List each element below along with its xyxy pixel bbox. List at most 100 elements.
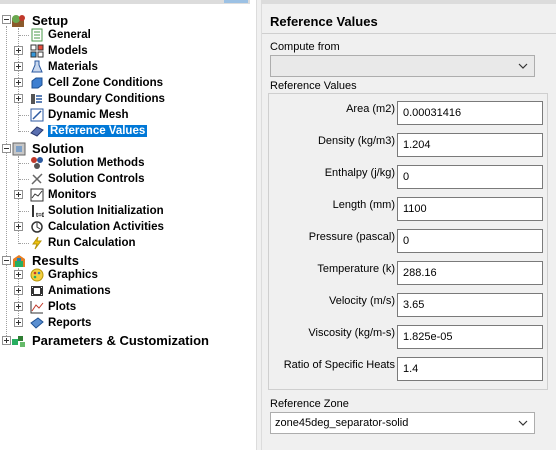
pressure-label: Pressure (pascal): [308, 231, 395, 243]
expand-reports-toggle[interactable]: [14, 318, 23, 327]
density-label: Density (kg/m3): [317, 135, 395, 147]
reference-values-group: Area (m2) Density (kg/m3) Enthalpy (j/kg…: [268, 93, 548, 390]
flask-icon: [30, 60, 44, 74]
reports-label: Reports: [48, 317, 92, 329]
lightning-icon: [30, 236, 44, 250]
parameters-icon: [10, 333, 28, 347]
dynamic-mesh-label: Dynamic Mesh: [48, 109, 129, 121]
temperature-label: Temperature (k): [317, 263, 395, 275]
film-icon: [30, 284, 44, 298]
compute-from-dropdown[interactable]: [270, 55, 535, 77]
temperature-input[interactable]: [397, 261, 543, 285]
solution-icon: [10, 141, 28, 156]
tree-top-border: [0, 0, 250, 4]
field-row-pressure: Pressure (pascal): [277, 229, 543, 257]
tree-item-animations[interactable]: Animations: [30, 283, 111, 299]
parameters-label: Parameters & Customization: [32, 332, 209, 348]
solution-label: Solution: [32, 140, 84, 156]
expand-models-toggle[interactable]: [14, 46, 23, 55]
specific-heats-input[interactable]: [397, 357, 543, 381]
monitors-label: Monitors: [48, 189, 97, 201]
tree-branch: [19, 211, 29, 212]
tree-item-models[interactable]: Models: [30, 43, 88, 59]
tree-item-boundary-conditions[interactable]: Boundary Conditions: [30, 91, 165, 107]
outline-tree: Setup General Models Materials Cell Zone…: [0, 0, 256, 450]
tree-item-materials[interactable]: Materials: [30, 59, 98, 75]
tree-item-solution-controls[interactable]: Solution Controls: [30, 171, 144, 187]
tree-branch: [19, 131, 29, 132]
enthalpy-label: Enthalpy (j/kg): [324, 167, 395, 179]
general-icon: [30, 28, 44, 42]
reference-values-icon: [30, 124, 44, 138]
cell-zone-label: Cell Zone Conditions: [48, 77, 163, 89]
length-input[interactable]: [397, 197, 543, 221]
tree-item-graphics[interactable]: Graphics: [30, 267, 98, 283]
expand-graphics-toggle[interactable]: [14, 270, 23, 279]
general-label: General: [48, 29, 91, 41]
panel-title: Reference Values: [270, 14, 378, 29]
expand-monitors-toggle[interactable]: [14, 190, 23, 199]
expand-plots-toggle[interactable]: [14, 302, 23, 311]
field-row-specific-heats: Ratio of Specific Heats: [277, 357, 543, 385]
chevron-down-icon: [518, 418, 528, 428]
models-icon: [30, 44, 44, 58]
reference-zone-value: zone45deg_separator-solid: [275, 417, 409, 429]
velocity-input[interactable]: [397, 293, 543, 317]
materials-label: Materials: [48, 61, 98, 73]
tree-item-solution-methods[interactable]: Solution Methods: [30, 155, 144, 171]
results-icon: [10, 253, 28, 267]
length-label: Length (mm): [332, 199, 395, 211]
tree-item-run-calculation[interactable]: Run Calculation: [30, 235, 136, 251]
reference-values-panel: Reference Values Compute from Reference …: [262, 0, 556, 450]
tree-branch: [19, 179, 29, 180]
cell-zone-icon: [30, 76, 44, 90]
expand-cell-zone-toggle[interactable]: [14, 78, 23, 87]
tree-item-reference-values[interactable]: Reference Values: [30, 123, 148, 139]
expand-materials-toggle[interactable]: [14, 62, 23, 71]
expand-animations-toggle[interactable]: [14, 286, 23, 295]
area-input[interactable]: [397, 101, 543, 125]
palette-icon: [30, 268, 44, 282]
tree-item-cell-zone-conditions[interactable]: Cell Zone Conditions: [30, 75, 163, 91]
svg-text:t=0: t=0: [36, 213, 44, 218]
reference-values-group-label: Reference Values: [270, 80, 357, 92]
viscosity-label: Viscosity (kg/m-s): [308, 327, 395, 339]
expand-boundary-toggle[interactable]: [14, 94, 23, 103]
tree-item-reports[interactable]: Reports: [30, 315, 91, 331]
field-row-density: Density (kg/m3): [277, 133, 543, 161]
pressure-input[interactable]: [397, 229, 543, 253]
viscosity-input[interactable]: [397, 325, 543, 349]
results-label: Results: [32, 252, 79, 268]
tree-item-monitors[interactable]: Monitors: [30, 187, 97, 203]
tree-item-calculation-activities[interactable]: Calculation Activities: [30, 219, 164, 235]
area-label: Area (m2): [346, 103, 395, 115]
tree-scroll-hint: [224, 0, 248, 3]
enthalpy-input[interactable]: [397, 165, 543, 189]
field-row-enthalpy: Enthalpy (j/kg): [277, 165, 543, 193]
tree-item-general[interactable]: General: [30, 27, 91, 43]
setup-label: Setup: [32, 12, 69, 28]
title-divider: [262, 33, 556, 34]
tree-node-parameters[interactable]: Parameters & Customization: [10, 331, 209, 349]
field-row-viscosity: Viscosity (kg/m-s): [277, 325, 543, 353]
dynamic-mesh-icon: [30, 108, 44, 122]
density-input[interactable]: [397, 133, 543, 157]
run-calculation-label: Run Calculation: [48, 237, 136, 249]
setup-icon: [10, 13, 28, 27]
tree-branch: [19, 243, 29, 244]
compute-from-label: Compute from: [270, 41, 340, 53]
tree-line-root: [6, 26, 7, 340]
tree-item-plots[interactable]: Plots: [30, 299, 76, 315]
monitor-icon: [30, 188, 44, 202]
plots-label: Plots: [48, 301, 77, 313]
animations-label: Animations: [48, 285, 111, 297]
tree-item-solution-initialization[interactable]: t=0 Solution Initialization: [30, 203, 164, 219]
expand-calculation-activities-toggle[interactable]: [14, 222, 23, 231]
methods-icon: [30, 156, 44, 170]
reference-values-label: Reference Values: [48, 125, 148, 137]
field-row-length: Length (mm): [277, 197, 543, 225]
solution-methods-label: Solution Methods: [48, 157, 145, 169]
reference-zone-dropdown[interactable]: zone45deg_separator-solid: [270, 412, 535, 434]
tree-item-dynamic-mesh[interactable]: Dynamic Mesh: [30, 107, 129, 123]
controls-icon: [30, 172, 44, 186]
